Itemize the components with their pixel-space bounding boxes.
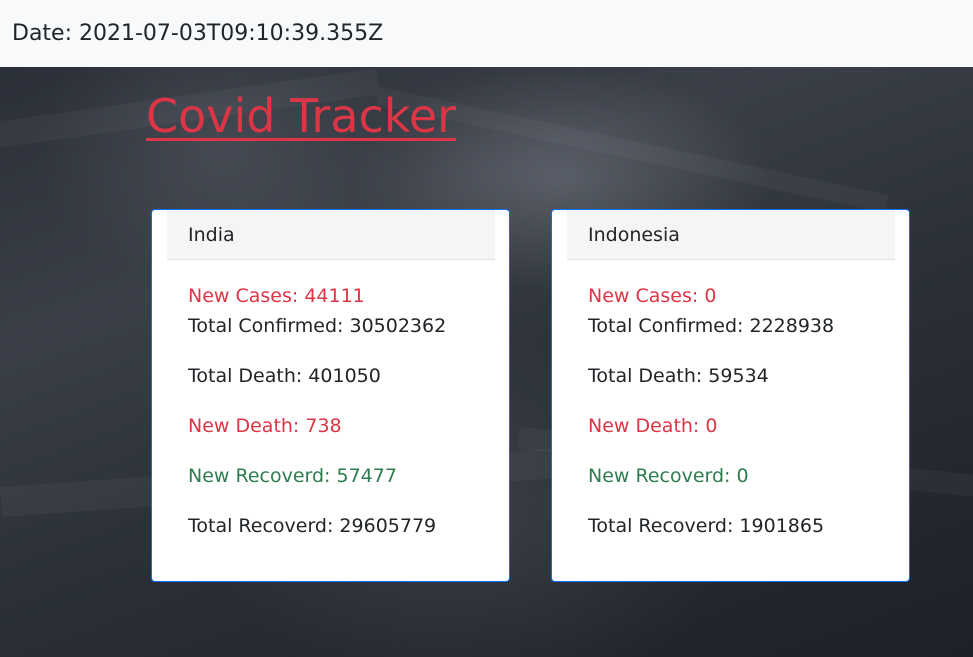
new-cases: New Cases: 0 bbox=[588, 285, 717, 307]
total-confirmed: Total Confirmed: 2228938 bbox=[588, 315, 835, 337]
new-recovered: New Recoverd: 0 bbox=[588, 465, 749, 487]
background-hero: Covid Tracker India New Cases: 44111 Tot… bbox=[0, 67, 973, 657]
total-recovered: Total Recoverd: 29605779 bbox=[188, 515, 437, 537]
new-death: New Death: 0 bbox=[588, 415, 718, 437]
country-name: Indonesia bbox=[567, 210, 895, 260]
top-navbar: Date: 2021-07-03T09:10:39.355Z bbox=[0, 0, 973, 67]
country-name: India bbox=[167, 210, 495, 260]
page-title-link[interactable]: Covid Tracker bbox=[146, 89, 456, 143]
country-card-india: India New Cases: 44111 Total Confirmed: … bbox=[151, 209, 510, 582]
total-death: Total Death: 401050 bbox=[188, 365, 381, 387]
total-death: Total Death: 59534 bbox=[588, 365, 769, 387]
new-cases: New Cases: 44111 bbox=[188, 285, 365, 307]
new-recovered: New Recoverd: 57477 bbox=[188, 465, 397, 487]
country-card-indonesia: Indonesia New Cases: 0 Total Confirmed: … bbox=[551, 209, 910, 582]
total-confirmed: Total Confirmed: 30502362 bbox=[188, 315, 447, 337]
new-death: New Death: 738 bbox=[188, 415, 342, 437]
date-label: Date: 2021-07-03T09:10:39.355Z bbox=[12, 21, 384, 46]
total-recovered: Total Recoverd: 1901865 bbox=[588, 515, 825, 537]
